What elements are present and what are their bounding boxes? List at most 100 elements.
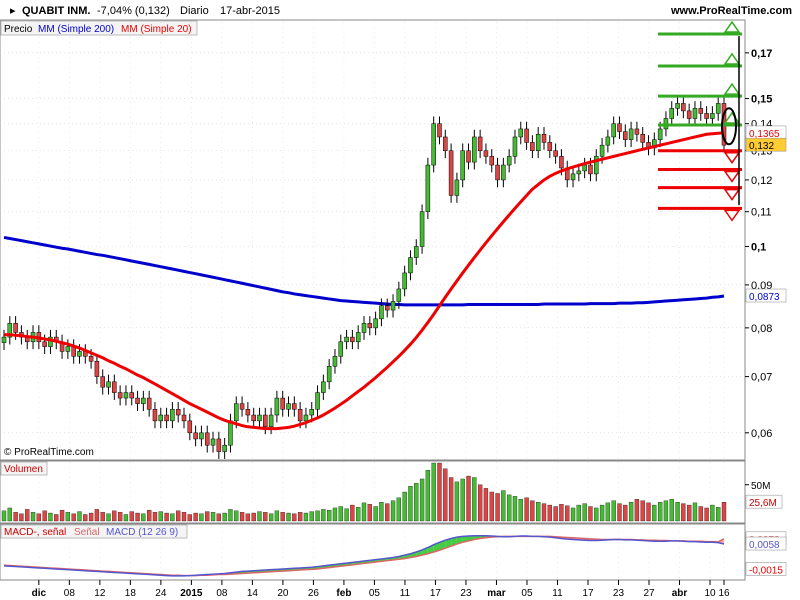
price-panel-frame (0, 19, 746, 461)
volume-bar (48, 512, 53, 522)
candle-body (257, 414, 262, 422)
x-tick-label: abr (672, 588, 688, 599)
volume-bar (553, 506, 558, 522)
volume-bar (448, 477, 454, 522)
volume-bar (466, 475, 471, 522)
volume-bar (303, 512, 309, 522)
x-tick-label: mar (487, 588, 505, 599)
volume-bar (59, 509, 65, 522)
candle-body (286, 403, 291, 410)
volume-bar (507, 494, 512, 522)
volume-bar (536, 501, 541, 522)
candle-body (704, 113, 709, 119)
volume-bar (356, 507, 361, 522)
candle-body (472, 136, 477, 163)
candle-body (605, 136, 611, 146)
candle (419, 204, 425, 254)
volume-bar (350, 504, 355, 522)
volume-bar (495, 493, 500, 522)
candle-body (425, 164, 431, 212)
volume-bar (216, 513, 221, 522)
candle-body (216, 438, 222, 452)
candle-body (355, 332, 361, 343)
candle-body (321, 381, 326, 393)
candle-body (675, 103, 680, 109)
volume-bar (77, 511, 82, 522)
price-tick-label: 0,08 (751, 323, 772, 335)
candle-body (419, 211, 425, 247)
volume-bar (112, 510, 117, 522)
candle-body (454, 179, 460, 196)
volume-bar (570, 507, 576, 522)
volume-bar (147, 509, 152, 522)
volume-last-text: 25,6M (749, 498, 777, 509)
candle-body (117, 392, 123, 399)
volume-bar (483, 488, 489, 522)
candle-body (692, 108, 698, 119)
volume-legend: Volumen (0, 461, 48, 476)
volume-panel-frame (0, 460, 746, 524)
volume-bar (687, 504, 692, 522)
volume-bar (88, 512, 94, 522)
x-tick-label: feb (336, 588, 351, 599)
volume-bar (472, 477, 477, 522)
volume-bar (327, 509, 332, 522)
volume-bar (565, 505, 570, 522)
volume-bar (152, 512, 158, 522)
volume-bar (512, 496, 518, 522)
candle-body (326, 366, 332, 383)
volume-bar (594, 507, 599, 522)
volume-bar (228, 509, 233, 522)
legend-price: Precio (4, 24, 33, 35)
x-tick-label: 16 (718, 588, 730, 599)
candle (448, 143, 454, 203)
volume-bar (42, 510, 47, 522)
x-tick-label: 2015 (180, 588, 203, 599)
volume-bar (123, 514, 129, 522)
chart-root: ▸ QUABIT INM. -7,04% (0,132) Diario 17-a… (0, 0, 800, 600)
candle-body (559, 156, 564, 169)
volume-bar (501, 490, 506, 522)
volume-bar (205, 511, 210, 522)
x-tick-label: 11 (552, 588, 563, 599)
volume-bar (576, 504, 581, 522)
volume-bar (402, 491, 407, 522)
macd-value-label: -0,0015 (745, 562, 787, 576)
candle-body (181, 414, 187, 422)
volume-bar (547, 504, 552, 522)
candle-body (390, 301, 396, 311)
volume-last-label: 25,6M (745, 494, 783, 509)
candle-body (623, 131, 628, 140)
candle-body (303, 414, 309, 422)
candle-body (123, 392, 129, 399)
macd-value-label: 0,0058 (745, 536, 787, 551)
candle-body (170, 409, 175, 422)
candle-body (141, 397, 146, 404)
candle-body (553, 150, 558, 157)
price-change: -7,04% (0,132) (97, 5, 170, 17)
x-tick-label: 20 (277, 588, 289, 599)
volume-bar (617, 503, 622, 522)
legend-signal: Señal (74, 527, 100, 538)
candle-body (518, 128, 524, 138)
volume-bar (634, 499, 640, 522)
symbol-chevron-icon: ▸ (10, 5, 16, 17)
volume-bar (25, 509, 30, 522)
volume-bar (716, 507, 721, 522)
candle-body (158, 414, 164, 422)
candle-body (437, 123, 442, 138)
x-axis: dic 08 12 18 24 2015 08 14 20 26 feb 05 11 17 23 mar 05 1… (32, 580, 730, 599)
volume-bar (698, 506, 703, 522)
volume-bar (135, 512, 140, 522)
volume-bar (704, 507, 709, 522)
volume-bar (373, 506, 378, 522)
candle-body (112, 381, 117, 393)
candle-body (396, 288, 402, 302)
volume-bar (390, 500, 396, 522)
x-tick-label: 14 (247, 588, 259, 599)
candle-body (175, 409, 181, 416)
volume-bar (274, 510, 280, 522)
volume-bar (292, 513, 297, 522)
volume-bar (437, 462, 442, 522)
volume-bar (454, 481, 460, 522)
